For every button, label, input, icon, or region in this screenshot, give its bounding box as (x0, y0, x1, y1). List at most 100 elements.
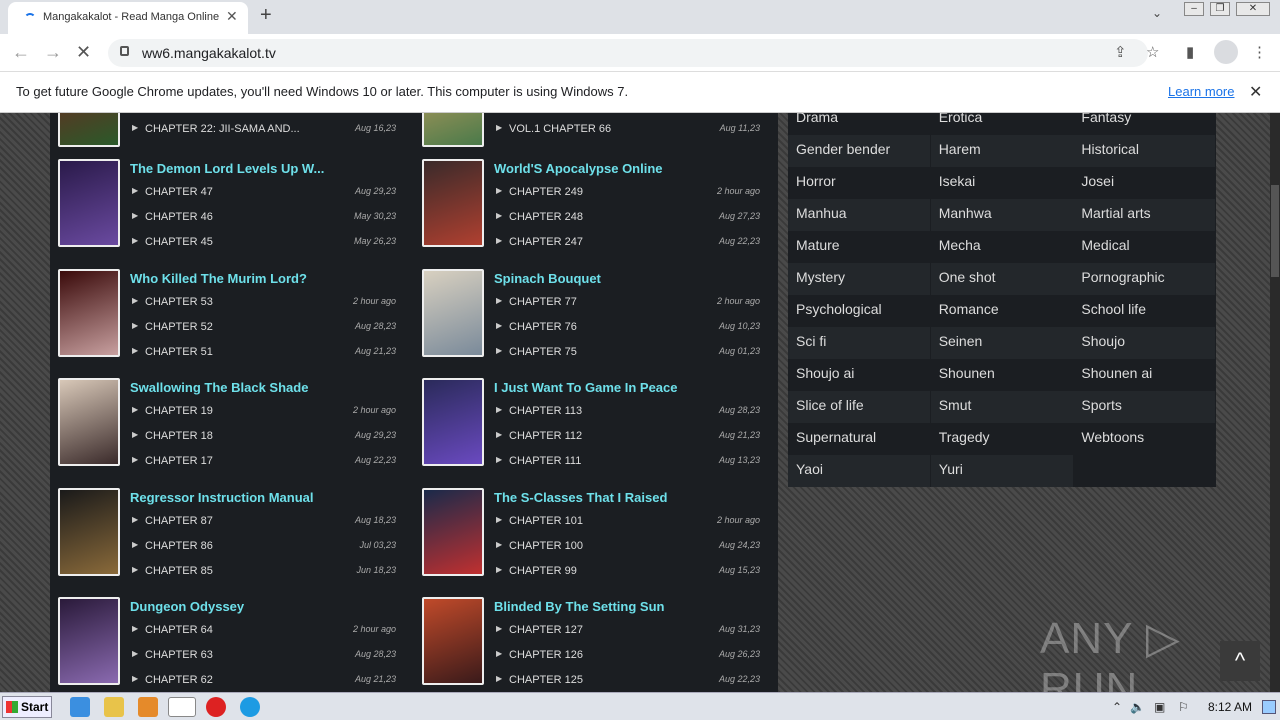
chapter-row[interactable]: ▶ CHAPTER 64 2 hour ago (130, 621, 400, 641)
manga-cover[interactable] (58, 113, 120, 147)
manga-title-link[interactable]: World'S Apocalypse Online (494, 161, 663, 176)
media-player-icon[interactable] (138, 697, 158, 717)
chapter-row[interactable]: ▶ CHAPTER 100 Aug 24,23 (494, 537, 764, 557)
chapter-row[interactable]: ▶ CHAPTER 125 Aug 22,23 (494, 671, 764, 691)
manga-cover[interactable] (422, 268, 484, 357)
genre-link[interactable]: Harem (930, 135, 1073, 167)
chapter-link[interactable]: CHAPTER 127 (509, 624, 583, 636)
chapter-row[interactable]: ▶ CHAPTER 112 Aug 21,23 (494, 427, 764, 447)
scroll-top-button[interactable]: ^ (1220, 641, 1260, 681)
manga-cover[interactable] (422, 597, 484, 685)
genre-link[interactable]: Psychological (788, 295, 930, 327)
chapter-row[interactable]: ▶ CHAPTER 111 Aug 13,23 (494, 452, 764, 472)
manga-title-link[interactable]: Blinded By The Setting Sun (494, 599, 664, 614)
tab-search-button[interactable]: ⌄ (1152, 6, 1162, 20)
stop-button[interactable]: ✕ (76, 42, 91, 63)
chapter-link[interactable]: CHAPTER 126 (509, 649, 583, 661)
chapter-link[interactable]: CHAPTER 248 (509, 211, 583, 223)
manga-cover[interactable] (422, 159, 484, 247)
genre-link[interactable]: Drama (788, 113, 930, 135)
chapter-row[interactable]: ▶ CHAPTER 18 Aug 29,23 (130, 427, 400, 447)
chapter-link[interactable]: CHAPTER 249 (509, 186, 583, 198)
chapter-row[interactable]: ▶ CHAPTER 76 Aug 10,23 (494, 318, 764, 338)
chapter-link[interactable]: CHAPTER 86 (145, 540, 213, 552)
restore-button[interactable]: ❐ (1210, 2, 1230, 16)
genre-link[interactable]: Romance (931, 295, 1073, 327)
genre-link[interactable]: Josei (1073, 167, 1215, 199)
chapter-link[interactable]: CHAPTER 100 (509, 540, 583, 552)
chapter-row[interactable]: ▶ CHAPTER 99 Aug 15,23 (494, 562, 764, 582)
chapter-row[interactable]: ▶ VOL.1 CHAPTER 66 Aug 11,23 (494, 120, 764, 140)
chapter-link[interactable]: CHAPTER 63 (145, 649, 213, 661)
chapter-link[interactable]: CHAPTER 19 (145, 405, 213, 417)
genre-link[interactable]: Manhua (788, 199, 930, 231)
genre-link[interactable]: One shot (930, 263, 1073, 295)
tray-expand-icon[interactable]: ⌃ (1112, 700, 1122, 714)
chapter-row[interactable]: ▶ CHAPTER 53 2 hour ago (130, 293, 400, 313)
chapter-row[interactable]: ▶ CHAPTER 86 Jul 03,23 (130, 537, 400, 557)
start-button[interactable]: Start (2, 696, 52, 718)
manga-cover[interactable] (58, 597, 120, 685)
edge-icon[interactable] (240, 697, 260, 717)
chapter-row[interactable]: ▶ CHAPTER 248 Aug 27,23 (494, 208, 764, 228)
chapter-row[interactable]: ▶ CHAPTER 113 Aug 28,23 (494, 402, 764, 422)
chapter-link[interactable]: CHAPTER 125 (509, 674, 583, 686)
chapter-link[interactable]: CHAPTER 47 (145, 186, 213, 198)
manga-cover[interactable] (58, 487, 120, 576)
manga-title-link[interactable]: Regressor Instruction Manual (130, 490, 313, 505)
chapter-link[interactable]: CHAPTER 111 (509, 455, 581, 467)
omnibox[interactable]: ww6.mangakakalot.tv (108, 39, 1148, 67)
chapter-row[interactable]: ▶ CHAPTER 22: JII-SAMA AND... Aug 16,23 (130, 120, 400, 140)
genre-link[interactable]: Shoujo ai (788, 359, 930, 391)
scrollbar-thumb[interactable] (1271, 185, 1279, 277)
learn-more-link[interactable]: Learn more (1168, 84, 1234, 99)
genre-link[interactable]: Mecha (931, 231, 1073, 263)
security-app-icon[interactable] (206, 697, 226, 717)
chapter-row[interactable]: ▶ CHAPTER 51 Aug 21,23 (130, 343, 400, 363)
genre-link[interactable]: Yuri (930, 455, 1073, 487)
chapter-link[interactable]: CHAPTER 77 (509, 296, 577, 308)
chapter-link[interactable]: CHAPTER 53 (145, 296, 213, 308)
manga-title-link[interactable]: Who Killed The Murim Lord? (130, 271, 307, 286)
manga-title-link[interactable]: Dungeon Odyssey (130, 599, 244, 614)
browser-tab[interactable]: Mangakakalot - Read Manga Online F ✕ (8, 2, 248, 34)
chapter-row[interactable]: ▶ CHAPTER 45 May 26,23 (130, 233, 400, 253)
close-tab-button[interactable]: ✕ (226, 8, 238, 25)
chapter-row[interactable]: ▶ CHAPTER 47 Aug 29,23 (130, 183, 400, 203)
show-desktop-button[interactable] (1262, 700, 1276, 714)
genre-link[interactable]: Pornographic (1073, 263, 1216, 295)
bookmark-star-icon[interactable]: ☆ (1146, 43, 1159, 61)
scrollbar[interactable] (1270, 113, 1280, 692)
genre-link[interactable]: Mature (788, 231, 930, 263)
genre-link[interactable]: Webtoons (1073, 423, 1215, 455)
chapter-row[interactable]: ▶ CHAPTER 19 2 hour ago (130, 402, 400, 422)
chapter-link[interactable]: CHAPTER 76 (509, 321, 577, 333)
chapter-row[interactable]: ▶ CHAPTER 52 Aug 28,23 (130, 318, 400, 338)
manga-title-link[interactable]: The Demon Lord Levels Up W... (130, 161, 324, 176)
manga-title-link[interactable]: The S-Classes That I Raised (494, 490, 667, 505)
network-icon[interactable]: ▣ (1154, 700, 1165, 714)
menu-kebab-icon[interactable]: ⋮ (1252, 43, 1267, 61)
genre-link[interactable]: Horror (788, 167, 930, 199)
genre-link[interactable]: Slice of life (788, 391, 930, 423)
chapter-row[interactable]: ▶ CHAPTER 249 2 hour ago (494, 183, 764, 203)
chapter-link[interactable]: CHAPTER 75 (509, 346, 577, 358)
genre-link[interactable]: Shoujo (1073, 327, 1216, 359)
genre-link[interactable]: Sci fi (788, 327, 930, 359)
chapter-row[interactable]: ▶ CHAPTER 77 2 hour ago (494, 293, 764, 313)
chapter-row[interactable]: ▶ CHAPTER 101 2 hour ago (494, 512, 764, 532)
chapter-link[interactable]: CHAPTER 17 (145, 455, 213, 467)
chapter-row[interactable]: ▶ CHAPTER 62 Aug 21,23 (130, 671, 400, 691)
chapter-row[interactable]: ▶ CHAPTER 75 Aug 01,23 (494, 343, 764, 363)
genre-link[interactable]: Martial arts (1073, 199, 1216, 231)
chapter-link[interactable]: CHAPTER 18 (145, 430, 213, 442)
chapter-row[interactable]: ▶ CHAPTER 127 Aug 31,23 (494, 621, 764, 641)
genre-link[interactable]: Mystery (788, 263, 930, 295)
chapter-link[interactable]: VOL.1 CHAPTER 66 (509, 123, 611, 135)
chapter-link[interactable]: CHAPTER 85 (145, 565, 213, 577)
share-icon[interactable]: ⇪ (1114, 43, 1127, 61)
chrome-taskbar-icon[interactable] (168, 697, 196, 717)
side-panel-icon[interactable]: ▮ (1186, 43, 1194, 61)
volume-icon[interactable]: 🔈 (1130, 700, 1145, 714)
manga-title-link[interactable]: Spinach Bouquet (494, 271, 601, 286)
